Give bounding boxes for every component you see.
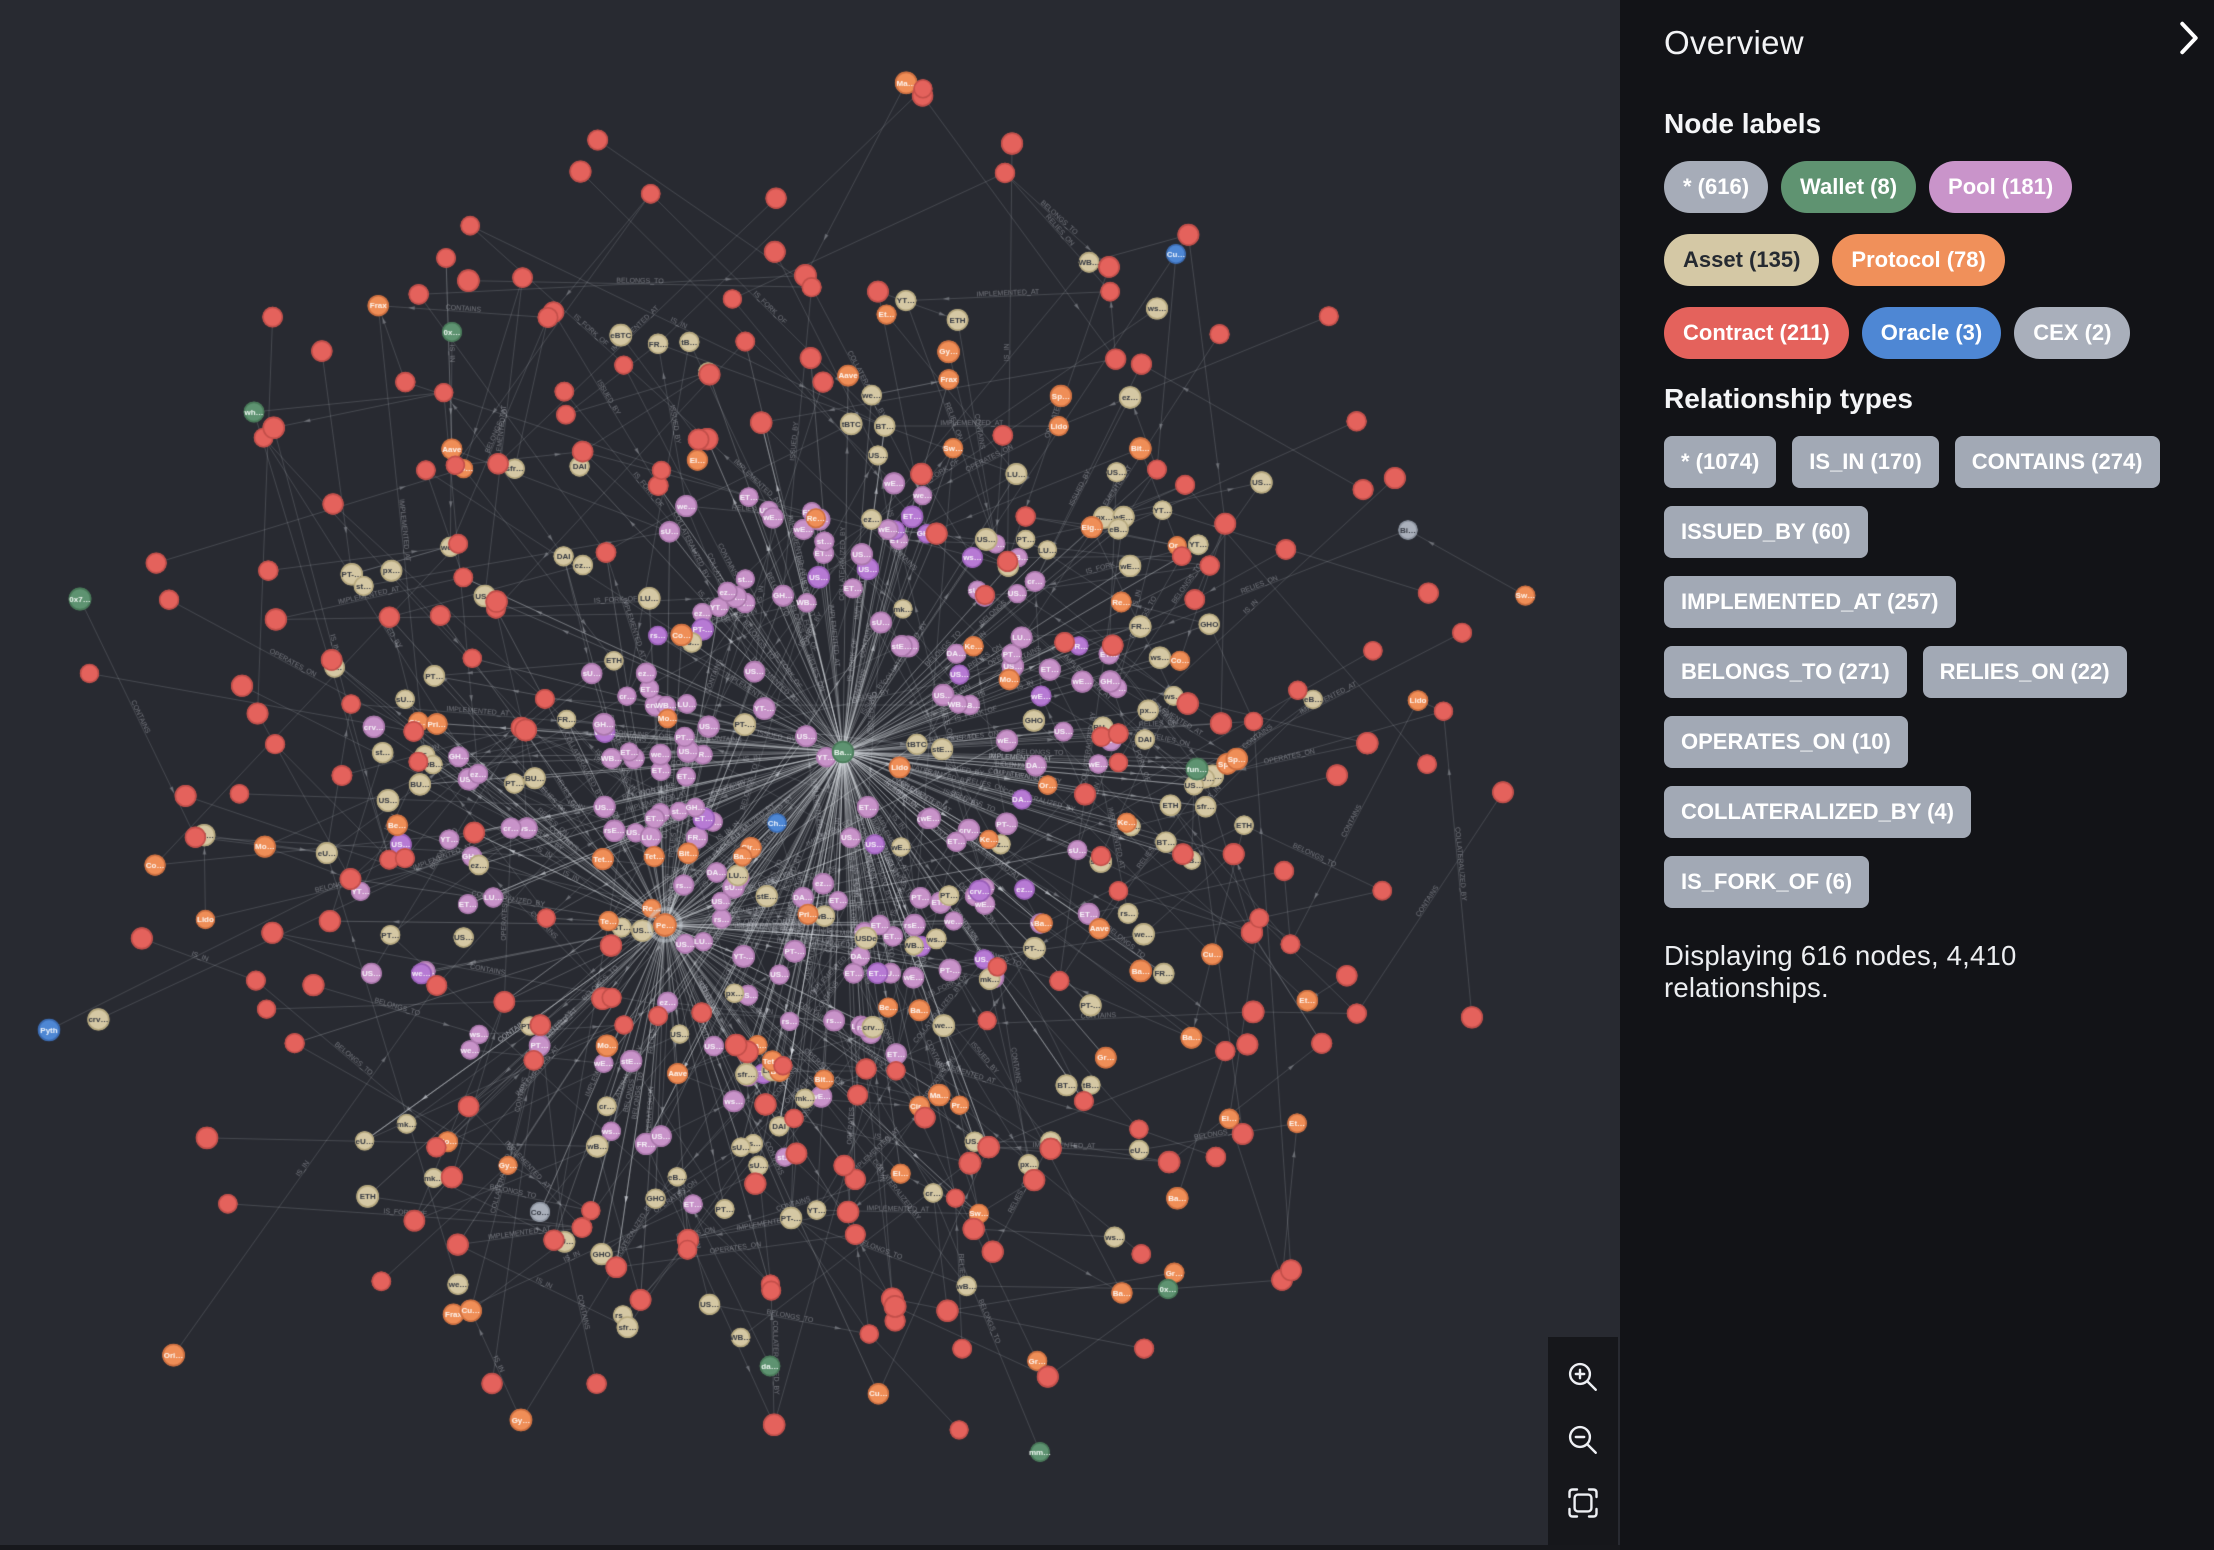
fit-to-screen-icon [1565, 1485, 1601, 1524]
zoom-out-icon [1565, 1422, 1601, 1461]
node-label-pill-all[interactable]: * (616) [1664, 161, 1768, 213]
node-label-pills: * (616) Wallet (8) Pool (181) Asset (135… [1664, 161, 2172, 359]
zoom-in-icon [1565, 1359, 1601, 1398]
collapse-sidebar-button[interactable] [2174, 16, 2204, 63]
node-label-pill-wallet[interactable]: Wallet (8) [1781, 161, 1916, 213]
zoom-out-button[interactable] [1561, 1419, 1605, 1463]
rel-type-pill-collateralized-by[interactable]: COLLATERALIZED_BY (4) [1664, 786, 1971, 838]
node-labels-heading: Node labels [1664, 108, 2170, 140]
rel-type-pill-belongs-to[interactable]: BELONGS_TO (271) [1664, 646, 1907, 698]
app-window: Overview Node labels * (616) Wallet (8) … [0, 0, 2214, 1550]
zoom-controls-panel [1548, 1337, 1618, 1545]
rel-type-pill-issued-by[interactable]: ISSUED_BY (60) [1664, 506, 1868, 558]
rel-type-pill-relies-on[interactable]: RELIES_ON (22) [1923, 646, 2127, 698]
node-label-pill-oracle[interactable]: Oracle (3) [1862, 307, 2002, 359]
node-label-pill-asset[interactable]: Asset (135) [1664, 234, 1819, 286]
node-label-pill-protocol[interactable]: Protocol (78) [1832, 234, 2004, 286]
rel-type-pill-is-in[interactable]: IS_IN (170) [1792, 436, 1939, 488]
rel-type-pill-operates-on[interactable]: OPERATES_ON (10) [1664, 716, 1908, 768]
relationship-type-pills: * (1074) IS_IN (170) CONTAINS (274) ISSU… [1664, 436, 2172, 908]
zoom-in-button[interactable] [1561, 1356, 1605, 1400]
rel-type-pill-implemented-at[interactable]: IMPLEMENTED_AT (257) [1664, 576, 1956, 628]
graph-canvas[interactable] [0, 0, 1620, 1550]
sidebar-title: Overview [1664, 24, 2170, 62]
node-label-pill-contract[interactable]: Contract (211) [1664, 307, 1849, 359]
node-label-pill-pool[interactable]: Pool (181) [1929, 161, 2072, 213]
rel-type-pill-is-fork-of[interactable]: IS_FORK_OF (6) [1664, 856, 1869, 908]
rel-type-pill-contains[interactable]: CONTAINS (274) [1955, 436, 2160, 488]
chevron-right-icon [2178, 44, 2200, 59]
rel-type-pill-all[interactable]: * (1074) [1664, 436, 1776, 488]
overview-sidebar: Overview Node labels * (616) Wallet (8) … [1620, 0, 2214, 1550]
node-label-pill-cex[interactable]: CEX (2) [2014, 307, 2130, 359]
window-bottom-edge [0, 1545, 1620, 1550]
graph-viewport [0, 0, 1620, 1550]
relationship-types-heading: Relationship types [1664, 383, 2170, 415]
display-status-text: Displaying 616 nodes, 4,410 relationship… [1664, 940, 2170, 1004]
fit-to-screen-button[interactable] [1561, 1482, 1605, 1526]
